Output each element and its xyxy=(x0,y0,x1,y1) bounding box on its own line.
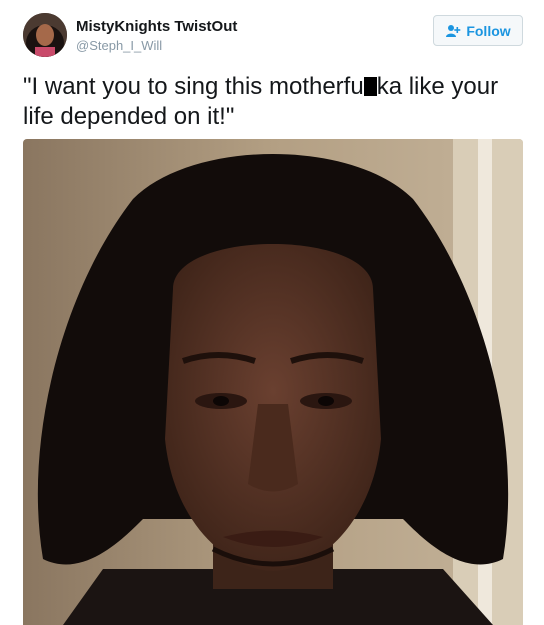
tweet-text-part1: "I want you to sing this motherfu xyxy=(23,73,364,100)
follow-button-label: Follow xyxy=(466,22,511,39)
tweet-text: "I want you to sing this motherfu ka like… xyxy=(23,72,523,132)
tweet-card: MistyKnights TwistOut @Steph_I_Will Foll… xyxy=(0,0,544,625)
add-user-icon xyxy=(445,24,461,38)
censor-bar xyxy=(363,77,377,96)
tweet-photo[interactable] xyxy=(23,139,523,625)
user-handle[interactable]: @Steph_I_Will xyxy=(76,38,162,53)
follow-button[interactable]: Follow xyxy=(433,15,523,46)
display-name[interactable]: MistyKnights TwistOut xyxy=(76,18,237,35)
user-avatar[interactable] xyxy=(23,13,67,57)
